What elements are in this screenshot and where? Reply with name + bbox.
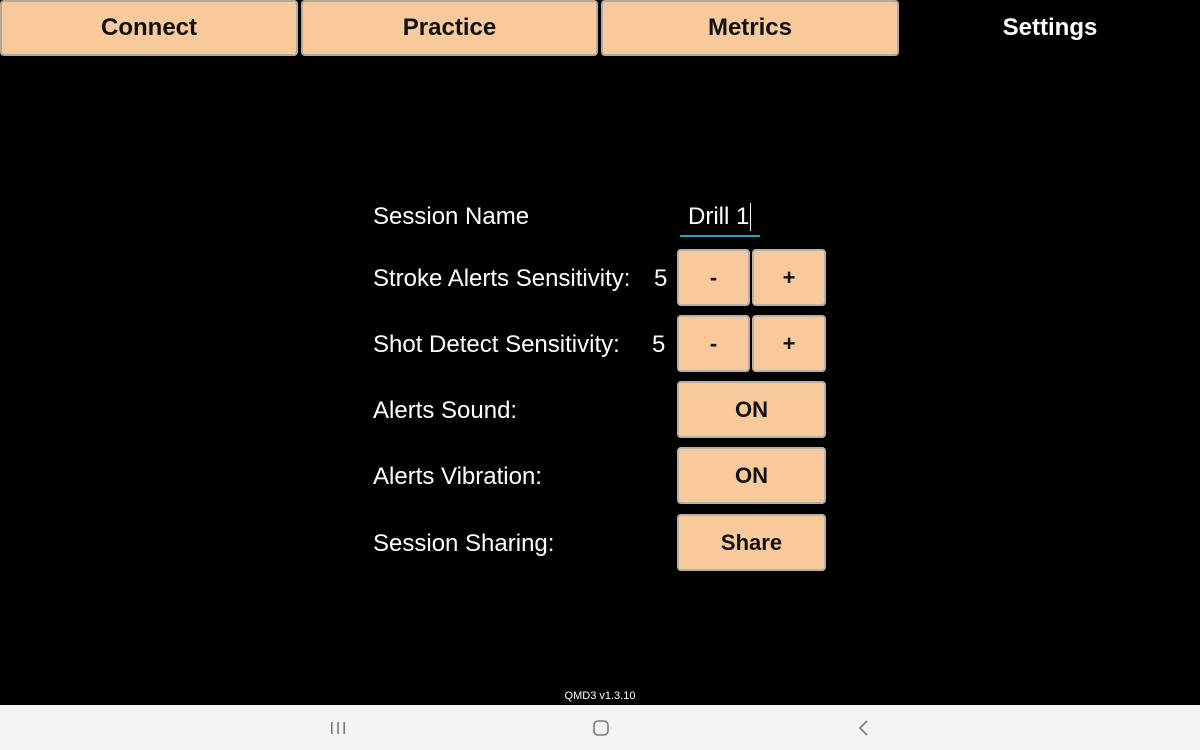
session-sharing-label: Session Sharing: [373,530,555,557]
home-icon[interactable] [589,717,613,739]
tab-practice[interactable]: Practice [301,0,598,56]
stroke-sensitivity-decrease-button[interactable]: - [677,249,750,306]
alerts-vibration-label: Alerts Vibration: [373,463,542,490]
alerts-sound-toggle[interactable]: ON [677,381,826,438]
text-caret [750,203,752,231]
stroke-sensitivity-label: Stroke Alerts Sensitivity: [373,265,631,292]
session-name-label: Session Name [373,203,530,230]
tab-bar: Connect Practice Metrics Settings [0,0,1200,58]
shot-sensitivity-label: Shot Detect Sensitivity: [373,331,620,358]
tab-settings[interactable]: Settings [900,0,1200,56]
system-navigation-bar [0,705,1200,750]
share-button[interactable]: Share [677,514,826,571]
stroke-sensitivity-value: 5 [654,265,668,292]
shot-sensitivity-decrease-button[interactable]: - [677,315,750,372]
recent-apps-icon[interactable] [326,717,350,739]
stroke-sensitivity-increase-button[interactable]: + [752,249,826,306]
shot-sensitivity-value: 5 [652,331,666,358]
alerts-sound-label: Alerts Sound: [373,397,518,424]
tab-connect[interactable]: Connect [0,0,298,56]
settings-screen: Connect Practice Metrics Settings Sessio… [0,0,1200,750]
session-name-value: Drill 1 [688,203,750,230]
session-name-input[interactable]: Drill 1 [680,199,760,237]
tab-metrics[interactable]: Metrics [601,0,899,56]
app-version: QMD3 v1.3.10 [564,690,636,702]
shot-sensitivity-increase-button[interactable]: + [752,315,826,372]
alerts-vibration-toggle[interactable]: ON [677,447,826,504]
back-icon[interactable] [852,717,876,739]
